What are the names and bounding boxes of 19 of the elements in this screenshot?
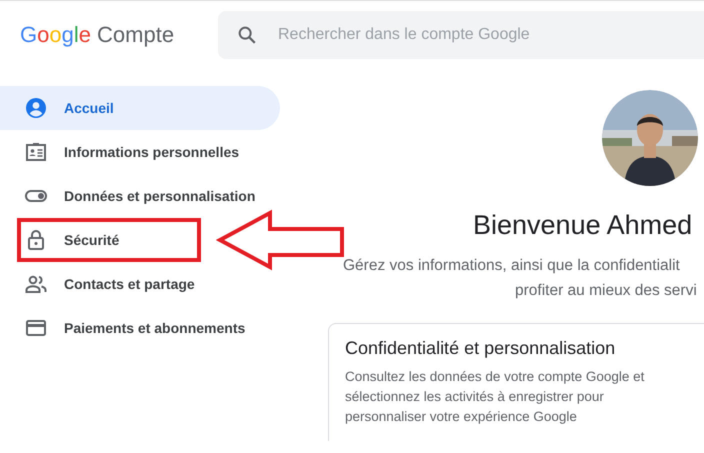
sidebar-item[interactable]: Accueil	[0, 86, 280, 130]
search-bar[interactable]: Rechercher dans le compte Google	[218, 10, 704, 58]
id-card-icon	[24, 140, 48, 164]
account-icon	[24, 96, 48, 120]
card-title: Confidentialité et personnalisation	[345, 338, 616, 359]
sidebar-item[interactable]: Paiements et abonnements	[0, 306, 280, 350]
sidebar-item[interactable]: Sécurité	[17, 218, 201, 262]
welcome-title: Bienvenue Ahmed	[473, 210, 694, 241]
subtitle-text: profiter au mieux des servi	[515, 281, 698, 301]
sidebar-item[interactable]: Informations personnelles	[0, 130, 280, 174]
sidebar-item[interactable]: Données et personnalisation	[0, 174, 280, 218]
search-input[interactable]: Rechercher dans le compte Google	[276, 24, 704, 44]
sidebar-item[interactable]: Contacts et partage	[0, 262, 280, 306]
subtitle-text: Gérez vos informations, ainsi que la confidentialit	[343, 256, 681, 276]
product-name: Compte	[97, 22, 174, 48]
google-logo: Google	[20, 22, 92, 48]
privacy-card[interactable]: Confidentialité et personnalisation Consultez les données de votre compte Google et sélectionnez les activités à enregistrer pour personnaliser votre expérience Google	[328, 323, 704, 441]
search-icon	[236, 24, 258, 46]
card-description: Consultez les données de votre compte Google et sélectionnez les activités à enregistrer pour personnaliser votre expérience Google	[345, 368, 646, 426]
